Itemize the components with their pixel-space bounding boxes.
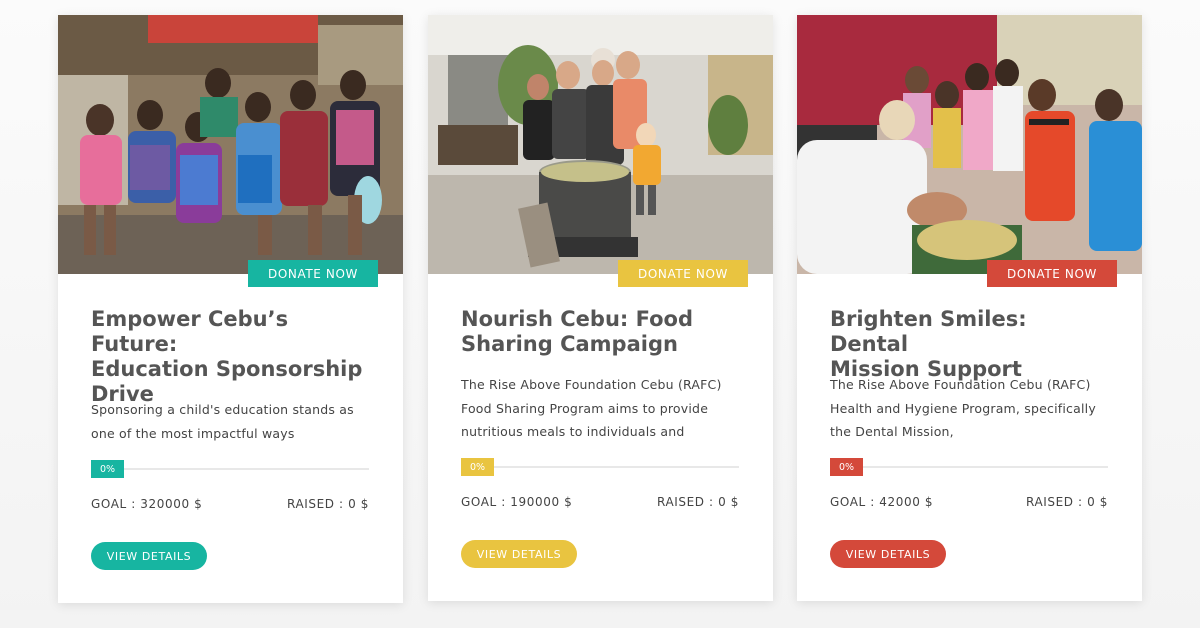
progress-percent-badge: 0% [91,460,124,478]
campaign-photo-dental[interactable] [797,15,1142,274]
description-line: the Dental Mission, [830,424,954,439]
campaign-title[interactable]: Brighten Smiles: Dental Mission Support [830,307,1109,382]
card-content: Nourish Cebu: Food Sharing Campaign [461,307,740,357]
description-line: Food Sharing Program aims to provide [461,400,709,416]
progress-track [91,468,369,470]
campaign-title-line: Nourish Cebu: Food [461,307,693,331]
campaign-photo-food[interactable] [428,15,773,274]
campaign-title-line: Sharing Campaign [461,332,678,356]
campaign-card-dental: DONATE NOW Brighten Smiles: Dental Missi… [797,15,1142,601]
donate-now-button[interactable]: DONATE NOW [618,260,748,287]
description-line: Health and Hygiene Program, specifically [830,400,1096,416]
funding-stats: GOAL : 190000 $ RAISED : 0 $ [461,495,739,509]
campaign-title-line: Brighten Smiles: Dental [830,307,1027,356]
card-content: Brighten Smiles: Dental Mission Support [830,307,1109,382]
campaign-photo-education[interactable] [58,15,403,274]
funding-stats: GOAL : 320000 $ RAISED : 0 $ [91,497,369,511]
description-line: The Rise Above Foundation Cebu (RAFC) [461,377,722,392]
progress-percent-badge: 0% [461,458,494,476]
goal-amount: GOAL : 320000 $ [91,497,203,511]
description-line: Sponsoring a child's education stands as [91,402,354,417]
funding-stats: GOAL : 42000 $ RAISED : 0 $ [830,495,1108,509]
progress-percent-badge: 0% [830,458,863,476]
campaign-card-education: DONATE NOW Empower Cebu’s Future: Educat… [58,15,403,603]
progress-track [461,466,739,468]
raised-amount: RAISED : 0 $ [1026,495,1108,509]
campaign-title-line: Education Sponsorship [91,357,363,381]
goal-amount: GOAL : 190000 $ [461,495,573,509]
description-line: The Rise Above Foundation Cebu (RAFC) [830,377,1091,392]
donate-now-button[interactable]: DONATE NOW [248,260,378,287]
description-line: nutritious meals to individuals and [461,424,685,439]
campaign-grid: DONATE NOW Empower Cebu’s Future: Educat… [0,0,1200,628]
campaign-description: The Rise Above Foundation Cebu (RAFC) Fo… [461,373,740,444]
progress-track [830,466,1108,468]
view-details-button[interactable]: VIEW DETAILS [461,540,577,568]
view-details-button[interactable]: VIEW DETAILS [830,540,946,568]
donate-now-button[interactable]: DONATE NOW [987,260,1117,287]
campaign-card-food: DONATE NOW Nourish Cebu: Food Sharing Ca… [428,15,773,601]
campaign-title[interactable]: Empower Cebu’s Future: Education Sponsor… [91,307,370,407]
goal-amount: GOAL : 42000 $ [830,495,934,509]
progress-bar: 0% [461,458,739,476]
raised-amount: RAISED : 0 $ [657,495,739,509]
campaign-description: The Rise Above Foundation Cebu (RAFC) He… [830,373,1109,444]
campaign-description: Sponsoring a child's education stands as… [91,398,370,445]
view-details-button[interactable]: VIEW DETAILS [91,542,207,570]
raised-amount: RAISED : 0 $ [287,497,369,511]
progress-bar: 0% [91,460,369,478]
progress-bar: 0% [830,458,1108,476]
campaign-title[interactable]: Nourish Cebu: Food Sharing Campaign [461,307,740,357]
campaign-title-line: Empower Cebu’s Future: [91,307,289,356]
card-content: Empower Cebu’s Future: Education Sponsor… [91,307,370,407]
description-line: one of the most impactful ways [91,425,295,441]
